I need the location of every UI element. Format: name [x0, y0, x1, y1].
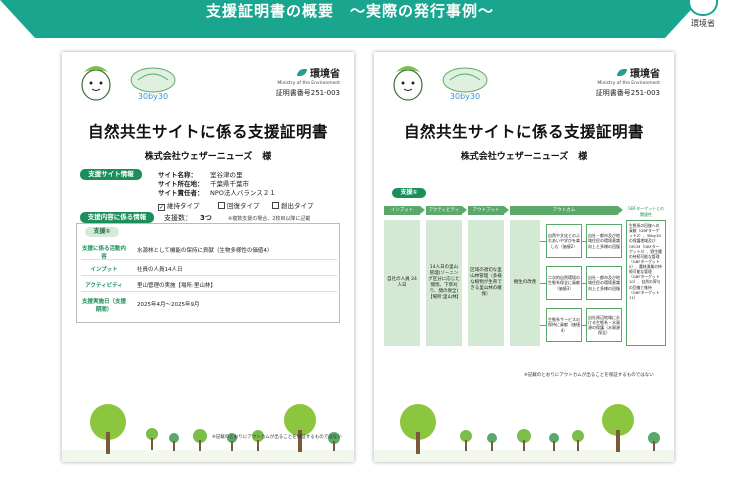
type-checkbox-maintain: ✓ 維持タイプ: [158, 202, 200, 211]
stage-outcome: アウトカム: [510, 206, 623, 215]
type-checkbox-restore: 回復タイプ: [218, 200, 260, 210]
outcome-box-secondary: 自社・都市及び地域住民の環境意識向上と多様の回復: [586, 266, 622, 300]
site-row-key: サイト責任者：: [158, 189, 204, 197]
moe-logo: 環境省: [678, 0, 728, 30]
tree-illustration: [374, 404, 674, 462]
mascot-group: 30by30: [78, 60, 188, 106]
honorific: 様: [262, 152, 272, 162]
checkbox-icon: [272, 202, 279, 209]
slide: 支援証明書の概要 ～実際の発行事例～ 環境省 30by30 環境省 Minist…: [0, 0, 734, 489]
support-row: 支援に係る活動内容 水源林として機能の保持に貢献（生物多様性の価値4）: [81, 240, 337, 260]
activity-box: 14人日の里山管理(ゾーニング区分に応じた間伐、下草刈り、間の保全)【場所:里山…: [426, 220, 462, 346]
count-note: ※複数支援の場合、2枚目以降に記載: [228, 216, 311, 222]
company-line: 株式会社ウェザーニューズ様: [374, 149, 674, 162]
honorific: 様: [578, 152, 588, 162]
ministry-en: Ministry of the Environment: [277, 81, 340, 86]
30by30-badge-icon: 30by30: [130, 67, 176, 101]
support-row: インプット 社員の人員14人日: [81, 262, 337, 276]
svg-text:30by30: 30by30: [138, 92, 168, 101]
leaf-icon: [617, 69, 627, 76]
ministry-mark: 環境省 Ministry of the Environment: [277, 62, 340, 86]
output-box: 区域の適切な里山林管理（多様な植物が生育できる里山林の確保）: [468, 220, 504, 346]
ministry-mark: 環境省 Ministry of the Environment: [597, 62, 660, 86]
outcome-box-secondary: 自社・都市及び地域住民の環境意識向上と多様の回復: [586, 224, 622, 258]
company-name: 株式会社ウェザーニューズ: [144, 152, 253, 162]
support-row: アクティビティ 里山管理の実施【場所:里山林】: [81, 278, 337, 292]
support-count-value: 3つ: [200, 214, 212, 222]
leaf-icon: [297, 69, 307, 76]
support-row-value: 水源林として機能の保持に貢献（生物多様性の価値4）: [137, 248, 273, 254]
checkbox-icon: ✓: [158, 204, 165, 211]
certificate-title: 自然共生サイトに係る支援証明書: [403, 123, 644, 141]
outcome-box-secondary: 自社周辺地域における生態系・水資源の保護（水資源保全）: [586, 308, 622, 342]
site-row: サイト責任者： NPO法人バランス２１: [158, 187, 276, 197]
flow-support-head: 支援①: [392, 188, 426, 198]
flow-arrow: [540, 283, 546, 284]
mascot-group: 30by30: [390, 60, 500, 106]
support-row-value: 2025年4月～2025年9月: [137, 302, 200, 308]
ministry-name: 環境省: [630, 69, 660, 80]
mascot-icon: [393, 66, 423, 101]
outcome-box: 生態系サービスの保持に貢献（価値4）: [546, 308, 582, 342]
stage-activity: アクティビティ: [426, 206, 467, 215]
tree-illustration: [62, 404, 354, 462]
ministry-en: Ministry of the Environment: [597, 81, 660, 86]
certificate-number: 証明書番号251-003: [595, 89, 660, 97]
flow-arrow: [540, 241, 546, 242]
company-line: 株式会社ウェザーニューズ様: [62, 149, 354, 162]
support-row-key: インプット: [90, 267, 118, 273]
flow-arrow: [582, 325, 586, 326]
site-row-value: NPO法人バランス２１: [210, 189, 276, 197]
stage-input: インプット: [384, 206, 425, 215]
support-count: 支援数： 3つ: [164, 213, 212, 223]
mascot-icon: [81, 66, 111, 101]
certificate-number: 証明書番号251-003: [275, 89, 340, 97]
support-row-key: 支援実施日（支援期間）: [81, 299, 126, 313]
sdg-label: GBFターゲットとの関連性: [627, 206, 665, 217]
flow-arrow: [582, 283, 586, 284]
support-row-key: アクティビティ: [85, 283, 123, 289]
certificate-title: 自然共生サイトに係る支援証明書: [87, 123, 328, 141]
support-info-pill: 支援内容に係る情報: [80, 212, 154, 223]
sdg-box: 生態系の回復への貢献（GBFターゲット2）、30by30の保護地域及びOECM（…: [626, 220, 666, 346]
ministry-name: 環境省: [310, 69, 340, 80]
checkbox-icon: [218, 202, 225, 209]
certificate-back: 30by30 環境省 Ministry of the Environment 証…: [374, 52, 674, 462]
support-detail-box: 支援① 支援に係る活動内容 水源林として機能の保持に貢献（生物多様性の価値4） …: [76, 223, 340, 323]
outcome-box: 自然や文化とのふれあいや学びを楽しむ（価値2）: [546, 224, 582, 258]
input-box: 自社の人員 24人日: [384, 220, 420, 346]
support-count-label: 支援数：: [164, 214, 192, 222]
company-name: 株式会社ウェザーニューズ: [460, 152, 569, 162]
site-info-pill: 支援サイト情報: [80, 169, 142, 180]
type-checkbox-create: 創出タイプ: [272, 200, 314, 210]
footnote: ※記載のとおりにアウトカムが出ることを保証するものではない: [524, 373, 654, 378]
support-head: 支援①: [85, 227, 119, 237]
moe-logo-label: 環境省: [691, 19, 715, 28]
flow-arrow: [582, 241, 586, 242]
moe-emblem-icon: [688, 0, 718, 16]
outcome-main-box: 樹生の改善: [510, 220, 540, 346]
footnote: ※記載のとおりにアウトカムが出ることを保証するものではない: [212, 435, 342, 440]
support-row-value: 社員の人員14人日: [137, 267, 183, 273]
svg-text:30by30: 30by30: [450, 92, 480, 101]
slide-title: 支援証明書の概要 ～実際の発行事例～: [205, 2, 494, 20]
outcome-box: 二次的自然環境の生態系保全に貢献（価値3）: [546, 266, 582, 300]
support-row-value: 里山管理の実施【場所:里山林】: [137, 283, 216, 289]
certificate-front: 30by30 環境省 Ministry of the Environment 証…: [62, 52, 354, 462]
support-row-key: 支援に係る活動内容: [81, 246, 126, 260]
flow-arrow: [540, 325, 546, 326]
30by30-badge-icon: 30by30: [442, 67, 488, 101]
stage-output: アウトプット: [468, 206, 509, 215]
support-row: 支援実施日（支援期間） 2025年4月～2025年9月: [81, 294, 337, 314]
